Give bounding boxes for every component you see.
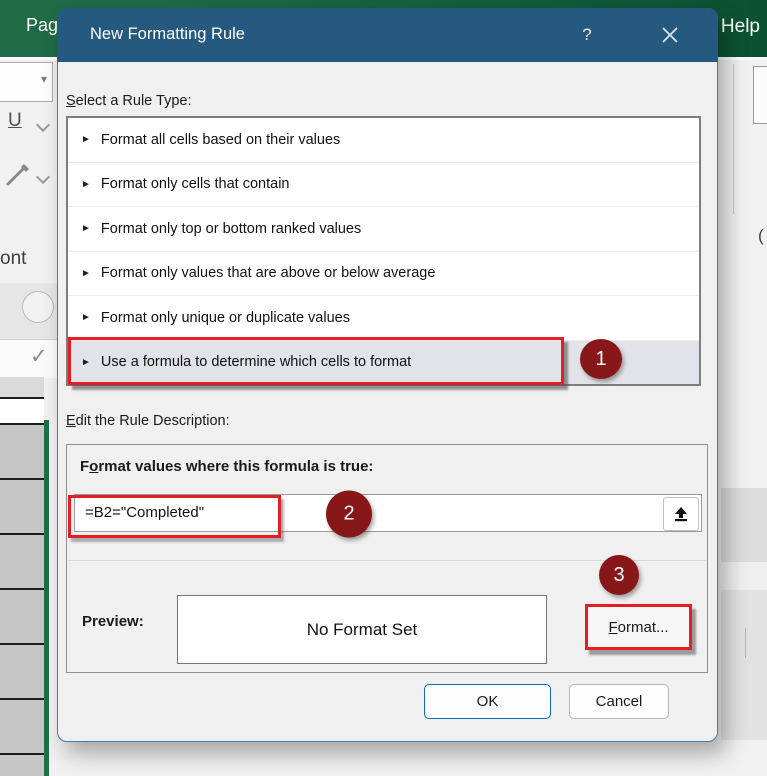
edit-rule-description-label: Edit the Rule Description: — [66, 413, 230, 429]
underline-button[interactable]: U — [8, 110, 22, 132]
ribbon-button[interactable] — [753, 66, 767, 124]
formula-bar — [0, 339, 57, 378]
worksheet-cells — [0, 425, 44, 776]
ribbon-band — [721, 562, 767, 590]
pen-icon[interactable] — [2, 160, 32, 195]
dropdown-arrow-icon: ▾ — [41, 72, 47, 86]
arrow-right-bullet-icon: ► — [81, 179, 91, 190]
cancel-button[interactable]: Cancel — [569, 684, 669, 719]
annotation-step-badge-1: 1 — [580, 339, 622, 379]
annotation-step-badge-2: 2 — [326, 491, 372, 538]
rule-type-option[interactable]: ► Format only cells that contain — [68, 163, 699, 208]
rule-type-option[interactable]: ► Format only top or bottom ranked value… — [68, 207, 699, 252]
ribbon-band — [721, 488, 767, 562]
rule-type-option-label: Format only top or bottom ranked values — [101, 221, 361, 237]
format-button[interactable]: Format... — [585, 604, 692, 650]
rule-type-option-label: Format only unique or duplicate values — [101, 310, 350, 326]
rule-type-option-label: Format all cells based on their values — [101, 132, 340, 148]
arrow-right-bullet-icon: ► — [81, 134, 91, 145]
format-preview-box: No Format Set — [177, 595, 547, 664]
ribbon-tab-help[interactable]: Help — [721, 16, 760, 38]
screen: Page Help ▾ U ont ✓ ( New Formatting Rul… — [0, 0, 767, 776]
worksheet-cell — [0, 377, 44, 399]
checkmark-icon[interactable]: ✓ — [30, 344, 48, 369]
annotation-highlight-box-1 — [68, 337, 564, 385]
formula-instruction-label: Format values where this formula is true… — [80, 458, 373, 475]
ribbon-divider — [733, 64, 734, 214]
chevron-down-icon[interactable] — [36, 118, 50, 132]
arrow-right-bullet-icon: ► — [81, 268, 91, 279]
annotation-step-badge-3: 3 — [599, 555, 639, 595]
rule-type-option[interactable]: ► Format only unique or duplicate values — [68, 296, 699, 341]
new-formatting-rule-dialog: New Formatting Rule ? Select a Rule Type… — [57, 8, 718, 742]
ok-button[interactable]: OK — [424, 684, 551, 719]
rule-type-option-label: Format only values that are above or bel… — [101, 265, 436, 281]
close-icon[interactable] — [652, 20, 688, 50]
font-group-label: ont — [0, 248, 26, 270]
worksheet-cell — [0, 399, 44, 425]
collapse-dialog-button[interactable] — [663, 497, 699, 531]
rule-type-option[interactable]: ► Format all cells based on their values — [68, 118, 699, 163]
annotation-highlight-box-2 — [68, 495, 281, 538]
help-icon[interactable]: ? — [573, 20, 601, 50]
chevron-down-icon[interactable] — [36, 170, 50, 184]
rule-type-option[interactable]: ► Format only values that are above or b… — [68, 252, 699, 297]
ribbon-divider — [745, 628, 746, 658]
rule-description-groupbox: Format values where this formula is true… — [66, 444, 708, 673]
preview-label: Preview: — [82, 613, 144, 630]
arrow-right-bullet-icon: ► — [81, 223, 91, 234]
selection-border — [44, 420, 49, 776]
dialog-launcher-circle[interactable] — [22, 291, 54, 323]
arrow-right-bullet-icon: ► — [81, 312, 91, 323]
ribbon-text-fragment: ( — [758, 226, 764, 246]
dialog-title-bar[interactable]: New Formatting Rule ? — [57, 8, 718, 62]
rule-type-option-label: Format only cells that contain — [101, 176, 290, 192]
collapse-dialog-icon — [673, 506, 689, 522]
dialog-title: New Formatting Rule — [90, 25, 245, 44]
select-rule-type-label: Select a Rule Type: — [66, 93, 191, 109]
ribbon-band — [721, 590, 767, 740]
font-name-combo[interactable]: ▾ — [0, 62, 53, 102]
